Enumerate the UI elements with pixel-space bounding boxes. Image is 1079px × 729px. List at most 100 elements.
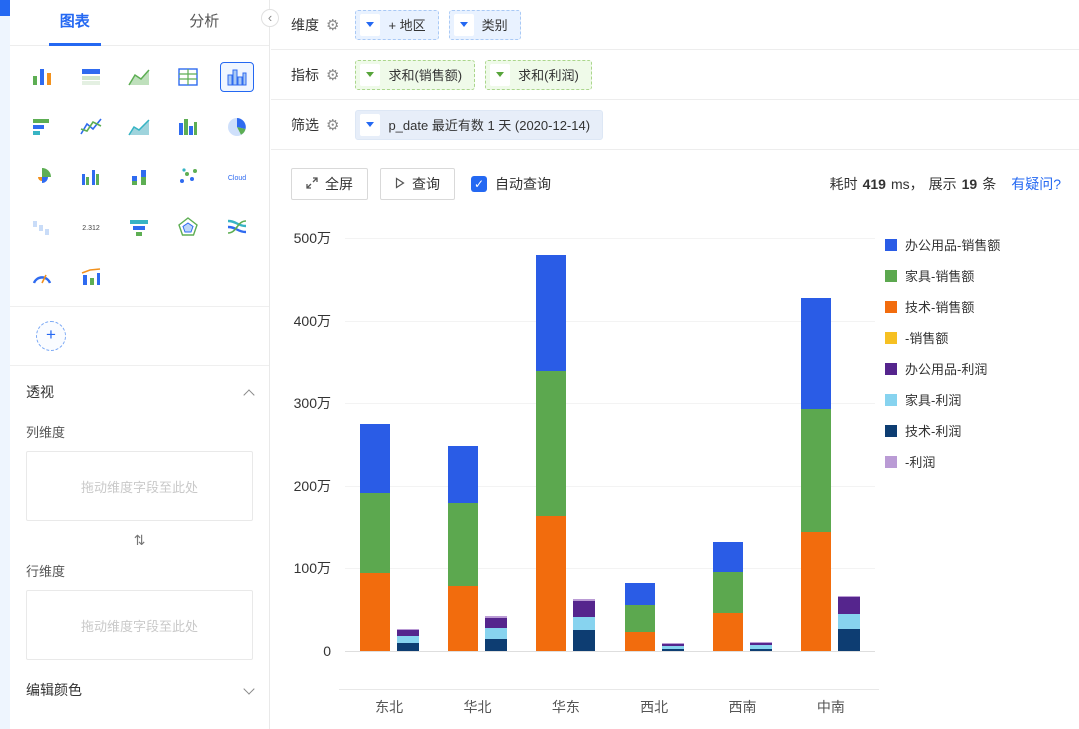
bar-segment[interactable] bbox=[359, 423, 390, 494]
add-chart-button[interactable]: + bbox=[36, 321, 66, 351]
checkbox-checked-icon[interactable]: ✓ bbox=[471, 176, 487, 192]
bar-segment[interactable] bbox=[801, 298, 832, 409]
profit-bar[interactable] bbox=[661, 642, 684, 651]
sales-bar[interactable] bbox=[713, 541, 743, 651]
dropdown-triangle-icon[interactable] bbox=[360, 13, 381, 36]
chart-type-table-icon[interactable] bbox=[74, 62, 108, 92]
bar-segment[interactable] bbox=[485, 617, 507, 628]
profit-bar[interactable] bbox=[838, 595, 861, 651]
chart-type-stacked-bar-icon[interactable] bbox=[122, 162, 156, 192]
chart-type-metric-card-icon[interactable]: 2.312 bbox=[74, 212, 108, 242]
legend-item[interactable]: 技术-利润 bbox=[885, 421, 1000, 440]
sales-bar[interactable] bbox=[359, 423, 390, 651]
bar-segment[interactable] bbox=[448, 585, 478, 651]
profit-bar[interactable] bbox=[750, 641, 772, 651]
chart-type-gauge-icon[interactable] bbox=[25, 262, 59, 292]
bar-segment[interactable] bbox=[396, 629, 419, 637]
tab-charts[interactable]: 图表 bbox=[10, 0, 140, 45]
bar-segment[interactable] bbox=[359, 493, 390, 573]
chart-type-horizontal-bar-icon[interactable] bbox=[25, 112, 59, 142]
bar-segment[interactable] bbox=[536, 516, 567, 651]
legend-item[interactable]: 技术-销售额 bbox=[885, 297, 1000, 316]
bar-segment[interactable] bbox=[624, 583, 655, 605]
legend-item[interactable]: 家具-利润 bbox=[885, 390, 1000, 409]
chart-type-combo-icon[interactable] bbox=[74, 262, 108, 292]
row-dimension-dropzone[interactable]: 拖动维度字段至此处 bbox=[26, 590, 253, 660]
pivot-section-header[interactable]: 透视 bbox=[10, 366, 269, 410]
question-link[interactable]: 有疑问? bbox=[1011, 174, 1061, 194]
bar-segment[interactable] bbox=[359, 572, 390, 651]
collapse-sidebar-button[interactable]: ‹ bbox=[261, 9, 279, 27]
chart-type-scatter-icon[interactable] bbox=[171, 162, 205, 192]
bar-segment[interactable] bbox=[573, 617, 596, 631]
profit-bar[interactable] bbox=[396, 628, 419, 651]
chart-type-line-icon[interactable] bbox=[74, 112, 108, 142]
field-pill[interactable]: 求和(销售额) bbox=[355, 59, 476, 90]
sales-bar[interactable] bbox=[624, 583, 655, 651]
field-pill[interactable]: 类别 bbox=[448, 9, 521, 40]
bar-segment[interactable] bbox=[750, 648, 772, 651]
dropdown-triangle-icon[interactable] bbox=[360, 113, 381, 136]
bar-segment[interactable] bbox=[713, 571, 743, 614]
chart-type-colored-bar-icon[interactable] bbox=[25, 62, 59, 92]
bar-segment[interactable] bbox=[536, 371, 567, 517]
bar-segment[interactable] bbox=[838, 613, 861, 629]
bar-segment[interactable] bbox=[573, 630, 596, 651]
chart-type-funnel-icon[interactable] bbox=[122, 212, 156, 242]
chart-type-interval-column-icon[interactable] bbox=[171, 112, 205, 142]
sales-bar[interactable] bbox=[801, 298, 832, 651]
chart-type-word-cloud-icon[interactable]: Cloud bbox=[220, 162, 254, 192]
bar-segment[interactable] bbox=[661, 648, 684, 651]
legend-item[interactable]: 办公用品-利润 bbox=[885, 359, 1000, 378]
sales-bar[interactable] bbox=[448, 446, 478, 651]
field-pill[interactable]: 求和(利润) bbox=[485, 59, 592, 90]
sales-bar[interactable] bbox=[536, 254, 567, 651]
bar-segment[interactable] bbox=[396, 636, 419, 643]
field-pill[interactable]: p_date 最近有数 1 天 (2020-12-14) bbox=[355, 109, 604, 140]
bar-segment[interactable] bbox=[713, 541, 743, 572]
chart-type-area-chart-icon[interactable] bbox=[122, 112, 156, 142]
bar-segment[interactable] bbox=[448, 503, 478, 586]
bar-segment[interactable] bbox=[536, 254, 567, 371]
dropdown-triangle-icon[interactable] bbox=[490, 63, 511, 86]
profit-bar[interactable] bbox=[573, 599, 596, 651]
chart-type-column-icon[interactable] bbox=[219, 62, 254, 92]
chart-type-sankey-icon[interactable] bbox=[220, 212, 254, 242]
bar-segment[interactable] bbox=[838, 628, 861, 651]
dropdown-triangle-icon[interactable] bbox=[360, 63, 381, 86]
bar-segment[interactable] bbox=[624, 604, 655, 633]
query-button[interactable]: 查询 bbox=[380, 168, 455, 200]
bar-segment[interactable] bbox=[448, 446, 478, 504]
bar-segment[interactable] bbox=[801, 409, 832, 533]
gear-icon[interactable]: ⚙ bbox=[326, 16, 339, 34]
auto-query-toggle[interactable]: ✓ 自动查询 bbox=[471, 174, 551, 194]
edit-color-section-header[interactable]: 编辑颜色 bbox=[10, 664, 269, 708]
bar-segment[interactable] bbox=[396, 642, 419, 651]
bar-segment[interactable] bbox=[624, 632, 655, 651]
bar-segment[interactable] bbox=[838, 597, 861, 614]
legend-item[interactable]: -利润 bbox=[885, 452, 1000, 471]
field-pill[interactable]: + 地区 bbox=[355, 9, 439, 40]
gear-icon[interactable]: ⚙ bbox=[326, 116, 339, 134]
bar-segment[interactable] bbox=[713, 613, 743, 651]
swap-axes-icon[interactable]: ⇅ bbox=[10, 525, 269, 549]
legend-item[interactable]: 办公用品-销售额 bbox=[885, 235, 1000, 254]
chart-type-rose-icon[interactable] bbox=[25, 162, 59, 192]
chart-type-pie-icon[interactable] bbox=[220, 112, 254, 142]
gear-icon[interactable]: ⚙ bbox=[326, 66, 339, 84]
legend-item[interactable]: -销售额 bbox=[885, 328, 1000, 347]
column-dimension-dropzone[interactable]: 拖动维度字段至此处 bbox=[26, 451, 253, 521]
chart-type-grouped-bar-icon[interactable] bbox=[74, 162, 108, 192]
chart-type-data-grid-icon[interactable] bbox=[171, 62, 205, 92]
dropdown-triangle-icon[interactable] bbox=[453, 13, 474, 36]
legend-item[interactable]: 家具-销售额 bbox=[885, 266, 1000, 285]
bar-segment[interactable] bbox=[485, 639, 507, 651]
bar-segment[interactable] bbox=[573, 600, 596, 618]
bar-segment[interactable] bbox=[801, 532, 832, 651]
chart-type-radar-icon[interactable] bbox=[171, 212, 205, 242]
chart-type-waterfall-icon[interactable] bbox=[25, 212, 59, 242]
fullscreen-button[interactable]: 全屏 bbox=[291, 168, 368, 200]
tab-analysis[interactable]: 分析 bbox=[140, 0, 270, 45]
chart-type-trend-area-icon[interactable] bbox=[122, 62, 156, 92]
bar-segment[interactable] bbox=[485, 627, 507, 640]
